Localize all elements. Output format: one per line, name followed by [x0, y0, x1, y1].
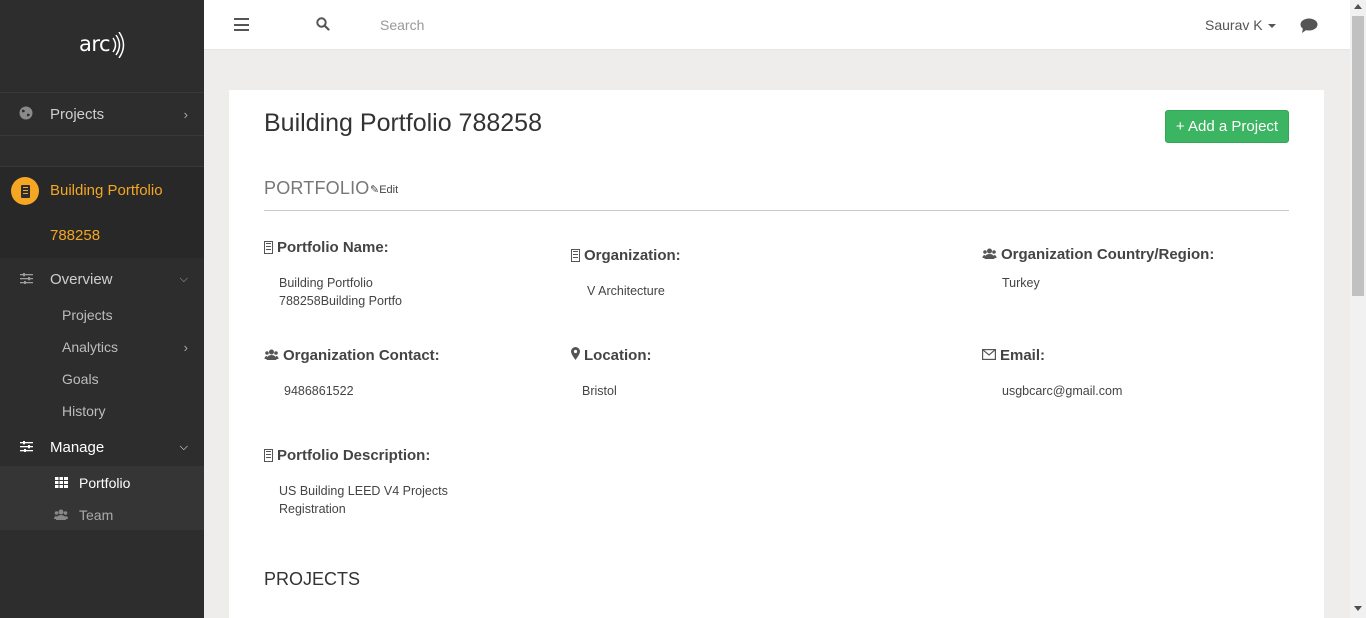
location-label: Location: — [571, 347, 652, 364]
field-label-text: Organization Country/Region: — [1001, 246, 1215, 263]
field-label-text: Portfolio Description: — [277, 447, 431, 464]
email-label: Email: — [982, 347, 1045, 364]
portfolio-name-value: Building Portfolio 788258Building Portfo — [279, 274, 402, 310]
field-label-text: Email: — [1000, 347, 1046, 364]
chevron-right-icon: › — [183, 340, 188, 355]
users-icon — [264, 347, 279, 364]
location-value: Bristol — [582, 384, 617, 398]
sidebar-subitem-goals[interactable]: Goals — [62, 371, 99, 387]
portfolio-section-heading: PORTFOLIO — [264, 178, 370, 198]
field-label-text: Location: — [584, 347, 652, 364]
country-value: Turkey — [1002, 276, 1040, 290]
users-icon — [982, 246, 997, 263]
value-line: US Building LEED V4 Projects — [279, 484, 448, 498]
country-label: Organization Country/Region: — [982, 246, 1214, 263]
sidebar-subitem-portfolio[interactable]: Portfolio — [79, 475, 130, 491]
sidebar-subitem-projects[interactable]: Projects — [62, 307, 113, 323]
sliders-icon — [18, 271, 34, 287]
building-icon — [571, 249, 580, 262]
field-label-text: Portfolio Name: — [277, 239, 389, 256]
building-icon — [264, 241, 273, 254]
scroll-up-arrow-icon[interactable] — [1354, 4, 1362, 9]
sidebar-item-overview[interactable]: Overview ⌵ — [0, 262, 204, 296]
chat-icon[interactable] — [1300, 18, 1318, 33]
map-marker-icon — [571, 347, 580, 364]
grid-icon — [54, 476, 68, 491]
top-bar: Saurav K — [204, 0, 1350, 50]
value-line: 788258Building Portfo — [279, 294, 403, 308]
field-label-text: Organization Contact: — [283, 347, 440, 364]
field-label-text: Organization: — [584, 247, 681, 264]
globe-icon — [18, 106, 34, 123]
manage-submenu: Portfolio Team — [0, 466, 204, 530]
logo-text: arc — [78, 32, 111, 56]
sidebar-subitem-team[interactable]: Team — [79, 507, 113, 523]
building-icon — [11, 177, 39, 205]
portfolio-name-label: Portfolio Name: — [264, 239, 389, 256]
sidebar-item-projects[interactable]: Projects › — [0, 92, 204, 136]
sidebar-item-label: Overview — [50, 270, 113, 288]
edit-link[interactable]: ✎Edit — [370, 183, 398, 196]
section-divider — [264, 210, 1289, 211]
search-input[interactable] — [380, 14, 680, 36]
description-value: US Building LEED V4 Projects Registratio… — [279, 482, 448, 518]
menu-icon[interactable] — [234, 18, 249, 31]
chevron-down-icon: ⌵ — [179, 272, 188, 285]
chevron-right-icon: › — [183, 106, 188, 122]
user-menu[interactable]: Saurav K — [1205, 17, 1276, 33]
organization-label: Organization: — [571, 247, 681, 264]
email-value: usgbcarc@gmail.com — [1002, 384, 1123, 398]
portfolio-number: 788258 — [50, 227, 101, 244]
page-title: Building Portfolio 788258 — [264, 109, 542, 137]
sliders-icon — [18, 439, 34, 455]
sidebar-item-label: Projects — [50, 105, 105, 123]
contact-label: Organization Contact: — [264, 347, 440, 364]
portfolio-card: Building Portfolio 788258 + Add a Projec… — [229, 90, 1324, 618]
scroll-down-arrow-icon[interactable] — [1354, 606, 1362, 611]
sidebar-subitem-history[interactable]: History — [62, 403, 106, 419]
scrollbar-thumb[interactable] — [1352, 16, 1364, 296]
sidebar-item-manage[interactable]: Manage ⌵ — [0, 430, 204, 464]
current-portfolio[interactable]: Building Portfolio 788258 — [0, 166, 204, 258]
portfolio-title: Building Portfolio — [50, 182, 163, 199]
users-icon — [54, 508, 68, 523]
chevron-down-icon: ⌵ — [179, 440, 188, 453]
description-label: Portfolio Description: — [264, 447, 430, 464]
signal-waves-icon — [112, 32, 125, 58]
pencil-icon: ✎ — [370, 184, 380, 196]
building-icon — [264, 449, 273, 462]
edit-label: Edit — [379, 184, 399, 196]
search-icon[interactable] — [316, 17, 330, 31]
arc-logo[interactable]: arc — [0, 0, 204, 88]
sidebar-subitem-analytics[interactable]: Analytics — [62, 339, 118, 355]
organization-value: V Architecture — [587, 284, 665, 298]
add-project-button[interactable]: + Add a Project — [1165, 110, 1289, 143]
caret-down-icon — [1267, 24, 1276, 29]
envelope-icon — [982, 347, 997, 364]
value-line: Registration — [279, 502, 346, 516]
value-line: Building Portfolio — [279, 276, 373, 290]
projects-section-heading: PROJECTS — [264, 569, 361, 589]
user-name: Saurav K — [1205, 17, 1263, 33]
contact-value: 9486861522 — [284, 384, 354, 398]
sidebar-item-label: Manage — [50, 438, 105, 456]
sidebar: arc Projects › Building Portfolio 788258… — [0, 0, 204, 618]
vertical-scrollbar[interactable] — [1350, 0, 1366, 618]
